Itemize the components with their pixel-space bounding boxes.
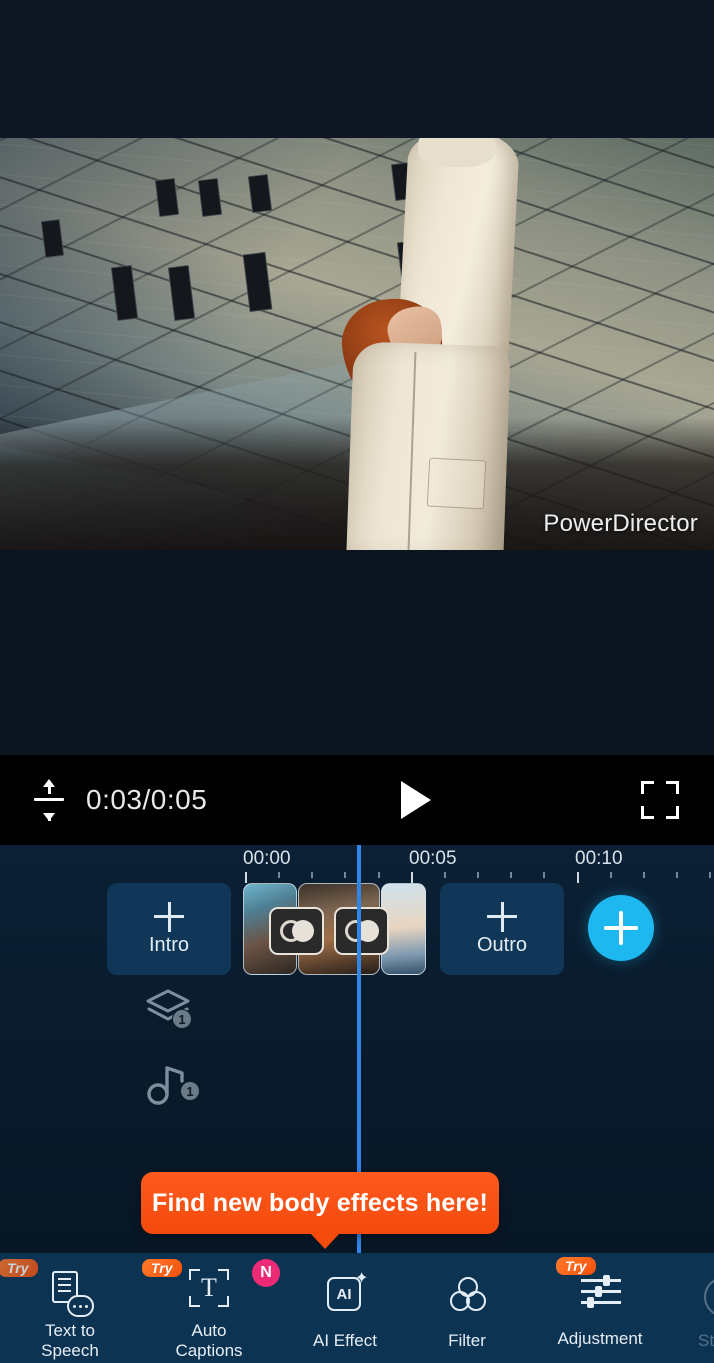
top-empty-area: [0, 0, 714, 138]
toolbar-item-ai-effect[interactable]: AI ✦ AI Effect: [290, 1267, 400, 1351]
ai-effect-icon: AI ✦: [317, 1271, 373, 1325]
bottom-toolbar: Try Text to Speech Try N T Auto Captions: [0, 1253, 714, 1363]
ruler-label: 00:05: [409, 848, 457, 869]
new-badge: N: [252, 1259, 280, 1287]
add-outro-button[interactable]: Outro: [440, 883, 564, 975]
toolbar-item-adjustment[interactable]: Try Adjustment: [536, 1257, 664, 1349]
toolbar-label-line1: Auto: [191, 1321, 227, 1340]
toolbar-label: AI Effect: [313, 1331, 377, 1350]
try-badge: Try: [142, 1259, 182, 1277]
text-to-speech-icon: [42, 1267, 98, 1319]
transition-icon: [279, 920, 314, 942]
audio-track-button[interactable]: 1: [146, 1061, 200, 1107]
add-intro-button[interactable]: Intro: [107, 883, 231, 975]
toolbar-label: Adjustment: [557, 1329, 643, 1348]
plus-icon: [154, 901, 184, 932]
transition-icon: [344, 920, 379, 942]
building-window: [247, 173, 273, 214]
toolbar-item-filter[interactable]: Filter: [414, 1267, 520, 1351]
toolbar-label-line2: Captions: [175, 1341, 243, 1360]
try-badge: Try: [0, 1259, 38, 1277]
preview-lower-empty-area: [0, 550, 714, 755]
play-icon: [400, 781, 431, 819]
adjustment-icon: [572, 1271, 628, 1323]
toolbar-label: Text to Speech: [41, 1321, 99, 1361]
layers-icon: [146, 989, 190, 1021]
powerdirector-editor: PowerDirector 0:03/0:05 00:00 00:05 00:1…: [0, 0, 714, 1363]
fullscreen-icon: [641, 781, 679, 819]
subject-hand: [417, 138, 497, 167]
play-button[interactable]: [207, 781, 620, 819]
subject-coat-pocket: [427, 457, 487, 511]
video-preview[interactable]: PowerDirector: [0, 138, 714, 550]
outro-label: Outro: [476, 933, 528, 956]
vertical-resize-icon: [34, 779, 64, 821]
time-display: 0:03/0:05: [86, 784, 208, 815]
aspect-ratio-button[interactable]: [18, 779, 80, 821]
add-media-button[interactable]: [588, 895, 654, 961]
try-badge: Try: [556, 1257, 596, 1275]
plus-icon: [604, 911, 638, 945]
feature-tooltip[interactable]: Find new body effects here!: [141, 1172, 499, 1249]
toolbar-item-sticker[interactable]: Sticker: [676, 1267, 714, 1351]
intro-label: Intro: [148, 933, 190, 956]
audio-count-badge: 1: [180, 1081, 200, 1101]
transition-marker[interactable]: [269, 907, 324, 955]
ruler-label: 00:10: [575, 848, 623, 869]
auto-captions-icon: T: [181, 1267, 237, 1319]
tooltip-text: Find new body effects here!: [151, 1188, 488, 1217]
toolbar-item-auto-captions[interactable]: Try N T Auto Captions: [142, 1259, 280, 1361]
transition-marker[interactable]: [334, 907, 389, 955]
toolbar-label: Sticker: [698, 1331, 714, 1350]
plus-icon: [487, 901, 517, 932]
layers-count-badge: 1: [172, 1009, 192, 1029]
toolbar-item-text-to-speech[interactable]: Try Text to Speech: [0, 1259, 118, 1361]
layers-track-button[interactable]: 1: [146, 987, 198, 1033]
toolbar-label: Filter: [448, 1331, 486, 1350]
building-window: [197, 178, 223, 218]
fullscreen-button[interactable]: [620, 781, 700, 819]
sticker-icon: [696, 1273, 714, 1325]
watermark: PowerDirector: [543, 510, 698, 537]
toolbar-label: Auto Captions: [175, 1321, 242, 1361]
toolbar-label-line2: Speech: [41, 1341, 99, 1360]
toolbar-label-line1: Text to: [44, 1321, 96, 1340]
filter-icon: [439, 1273, 495, 1325]
ruler-label: 00:00: [243, 848, 291, 869]
player-control-bar: 0:03/0:05: [0, 755, 714, 845]
subject-coat: [346, 341, 511, 550]
